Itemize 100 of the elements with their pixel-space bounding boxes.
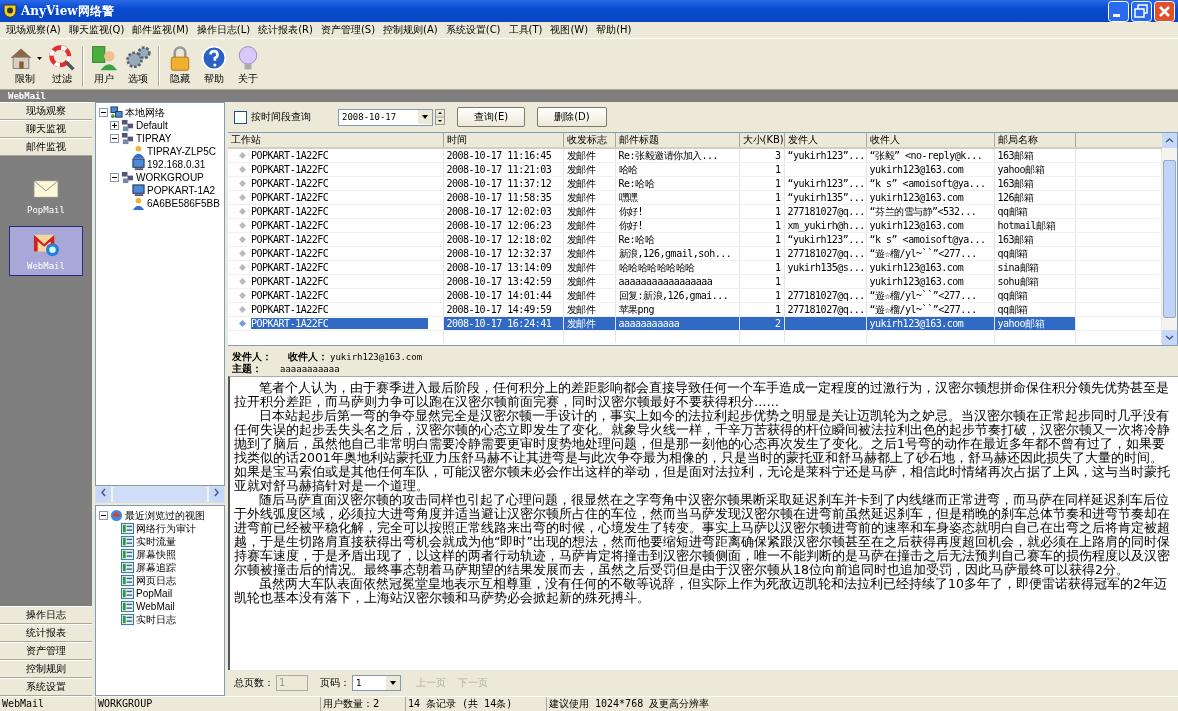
nav-button[interactable]: 系统设置	[0, 678, 92, 696]
collapse-icon[interactable]	[99, 511, 108, 520]
tree-item[interactable]: WebMail	[136, 601, 175, 612]
table-row[interactable]: POPKART-1A22FC 2008-10-17 16:24:41 发邮件 aaaaaaaaaaa 2 yukirh123@163.com yahoo邮箱	[228, 316, 1162, 331]
column-header[interactable]: 收发标志	[563, 133, 615, 148]
toolbar-button[interactable]: 关于	[231, 44, 265, 86]
tree-item[interactable]: 最近浏览过的视图	[125, 508, 205, 523]
table-row[interactable]: POPKART-1A22FC 2008-10-17 12:32:37 发邮件 新浪,126,gmail,soh... 1 277181027@q... “遊☆榴/yl~``”<277... qq邮箱	[228, 246, 1162, 261]
collapse-icon[interactable]	[99, 108, 108, 117]
row-marker-icon	[239, 249, 246, 257]
table-cell: qq邮箱	[997, 289, 1028, 301]
table-row[interactable]: POPKART-1A22FC 2008-10-17 12:18:02 发邮件 Re:哈哈 1 “yukirh123”... “k s” <amoisoft@ya... 163邮箱	[228, 232, 1162, 247]
nav-button[interactable]: 操作日志	[0, 606, 92, 624]
menu-item[interactable]: 系统设置(C)	[441, 23, 505, 37]
tree-item[interactable]: Default	[136, 120, 168, 131]
scroll-down-icon[interactable]	[1165, 335, 1174, 340]
nav-button[interactable]: 邮件监视	[0, 138, 92, 156]
column-header[interactable]: 工作站	[228, 133, 443, 148]
list-view-icon	[121, 574, 134, 587]
row-marker-icon	[239, 193, 246, 201]
toolbar-button[interactable]: 过滤	[45, 44, 79, 86]
action-button[interactable]: 查询(E)	[457, 107, 526, 127]
tree-item[interactable]: 网页日志	[136, 573, 176, 588]
nav-button[interactable]: 聊天监视	[0, 120, 92, 138]
scroll-up-icon[interactable]	[1165, 138, 1174, 143]
nav-button[interactable]: 现场观察	[0, 102, 92, 120]
toolbar-button[interactable]: 选项	[121, 44, 155, 86]
collapse-icon[interactable]	[110, 134, 119, 143]
maximize-button[interactable]	[1131, 0, 1152, 22]
menu-item[interactable]: 邮件监视(M)	[128, 23, 193, 37]
tree-item[interactable]: TIPRAY-ZLP5C	[147, 146, 216, 157]
toolbar-button[interactable]: 帮助	[197, 44, 231, 86]
tree-item[interactable]: 实时流量	[136, 534, 176, 549]
page-dropdown[interactable]: 1	[352, 675, 401, 691]
nav-button[interactable]: 资产管理	[0, 642, 92, 660]
tree-item[interactable]: 网络行为审计	[136, 521, 196, 536]
tree-item[interactable]: 192.168.0.31	[147, 159, 206, 170]
table-row[interactable]: POPKART-1A22FC 2008-10-17 12:02:03 发邮件 你好! 1 277181027@q... “芬兰的雪与静”<532... qq邮箱	[228, 204, 1162, 219]
table-row[interactable]: POPKART-1A22FC 2008-10-17 11:37:12 发邮件 Re:哈哈 1 “yukirh123”... “k s” <amoisoft@ya... 163邮箱	[228, 176, 1162, 191]
toolbar-button[interactable]: 限制	[4, 44, 45, 86]
paragraph: 笔者个人认为，由于赛季进入最后阶段，任何积分上的差距影响都会直接导致任何一个车手造成一定程度的过激行为，汉密尔顿想拼命保住积分领先优势甚至是拉开积分差距，而马萨则力争可以跑在汉密尔顿前面完赛，同时汉密尔顿最好不要获得积分……	[234, 381, 1170, 409]
dropdown-arrow-icon[interactable]	[37, 56, 42, 60]
table-cell: 2008-10-17 12:18:02	[446, 233, 552, 245]
checkbox-label[interactable]: 按时间段查询	[251, 110, 311, 124]
table-row[interactable]: POPKART-1A22FC 2008-10-17 14:49:59 发邮件 苹果png 1 277181027@q... “遊☆榴/yl~``”<277... qq邮箱	[228, 302, 1162, 317]
tree-item[interactable]: TIPRAY	[136, 133, 172, 144]
table-row[interactable]: POPKART-1A22FC 2008-10-17 11:58:35 发邮件 嘿嘿 1 “yukirh135”... yukirh123@163.com 126邮箱	[228, 190, 1162, 205]
action-button[interactable]: 删除(D)	[537, 107, 607, 127]
table-cell: yukirh123@163.com	[869, 261, 964, 273]
column-header[interactable]: 邮件标题	[615, 133, 739, 148]
table-cell: POPKART-1A22FC	[251, 191, 329, 203]
table-cell: 发邮件	[566, 219, 595, 231]
horizontal-scrollbar[interactable]	[95, 486, 225, 503]
tree-item[interactable]: WORKGROUP	[136, 172, 204, 183]
table-cell: sina邮箱	[997, 261, 1039, 273]
spinner-arrows-icon[interactable]	[435, 109, 445, 125]
close-button[interactable]	[1154, 0, 1175, 22]
expand-icon[interactable]	[110, 121, 119, 130]
table-row[interactable]: POPKART-1A22FC 2008-10-17 13:14:09 发邮件 哈哈哈哈哈哈哈哈 1 yukirh135@s... yukirh123@163.com sina邮箱	[228, 260, 1162, 275]
nav-item[interactable]: PopMail	[9, 170, 83, 220]
date-field[interactable]: 2008-10-17	[338, 108, 433, 126]
tree-item[interactable]: 本地网络	[125, 105, 165, 120]
menu-item[interactable]: 聊天监视(Q)	[64, 23, 129, 37]
tree-item[interactable]: PopMail	[136, 588, 173, 599]
column-header[interactable]: 时间	[443, 133, 563, 148]
menu-item[interactable]: 帮助(H)	[592, 23, 636, 37]
tree-item[interactable]: 实时日志	[136, 612, 176, 627]
vertical-scrollbar[interactable]	[1162, 133, 1177, 345]
tree-item[interactable]: 6A6BE586F5BB	[147, 198, 220, 209]
column-header[interactable]: 发件人	[784, 133, 866, 148]
checkbox[interactable]	[234, 110, 247, 124]
column-header[interactable]: 邮局名称	[994, 133, 1075, 148]
menu-item[interactable]: 资产管理(S)	[316, 23, 380, 37]
tree-item[interactable]: POPKART-1A2	[147, 185, 216, 196]
nav-button[interactable]: 控制规则	[0, 660, 92, 678]
tree-item[interactable]: 屏幕快照	[136, 547, 176, 562]
minimize-button[interactable]	[1108, 0, 1129, 22]
menu-item[interactable]: 视图(W)	[546, 23, 593, 37]
table-cell: qq邮箱	[997, 247, 1028, 259]
table-row[interactable]: POPKART-1A22FC 2008-10-17 14:01:44 发邮件 回复:新浪,126,gmai... 1 277181027@q... “遊☆榴/yl~``”<277... qq邮箱	[228, 288, 1162, 303]
toolbar-button[interactable]: 隐藏	[163, 44, 197, 86]
table-row[interactable]: POPKART-1A22FC 2008-10-17 12:06:23 发邮件 你好! 1 xm_yukirh@h... yukirh123@163.com hotmail邮箱	[228, 218, 1162, 233]
table-cell: yukirh123@163.com	[869, 219, 964, 231]
collapse-icon[interactable]	[110, 173, 119, 182]
nav-button[interactable]: 统计报表	[0, 624, 92, 642]
menu-item[interactable]: 控制规则(A)	[379, 23, 442, 37]
row-marker-icon	[239, 151, 246, 159]
menu-item[interactable]: 操作日志(L)	[192, 23, 255, 37]
tree-item[interactable]: 屏幕追踪	[136, 560, 176, 575]
toolbar-button[interactable]: 用户	[87, 44, 121, 86]
menu-item[interactable]: 现场观察(A)	[2, 23, 65, 37]
column-header[interactable]: 收件人	[866, 133, 994, 148]
menu-item[interactable]: 统计报表(R)	[254, 23, 317, 37]
scroll-left-icon[interactable]	[101, 488, 106, 497]
table-row[interactable]: POPKART-1A22FC 2008-10-17 13:42:59 发邮件 aaaaaaaaaaaaaaaaa 1 yukirh123@163.com sohu邮箱	[228, 274, 1162, 289]
scroll-right-icon[interactable]	[214, 488, 219, 497]
column-header[interactable]: 大小(KB)	[739, 133, 784, 148]
table-row[interactable]: POPKART-1A22FC 2008-10-17 11:21:03 发邮件 哈哈 1 yukirh123@163.com yahoo邮箱	[228, 162, 1162, 177]
table-row[interactable]: POPKART-1A22FC 2008-10-17 11:16:45 发邮件 Re:张毅邀请你加入... 3 “yukirh123”... “张毅” <no-reply@k... 163邮箱	[228, 148, 1162, 163]
menu-item[interactable]: 工具(T)	[504, 23, 547, 37]
